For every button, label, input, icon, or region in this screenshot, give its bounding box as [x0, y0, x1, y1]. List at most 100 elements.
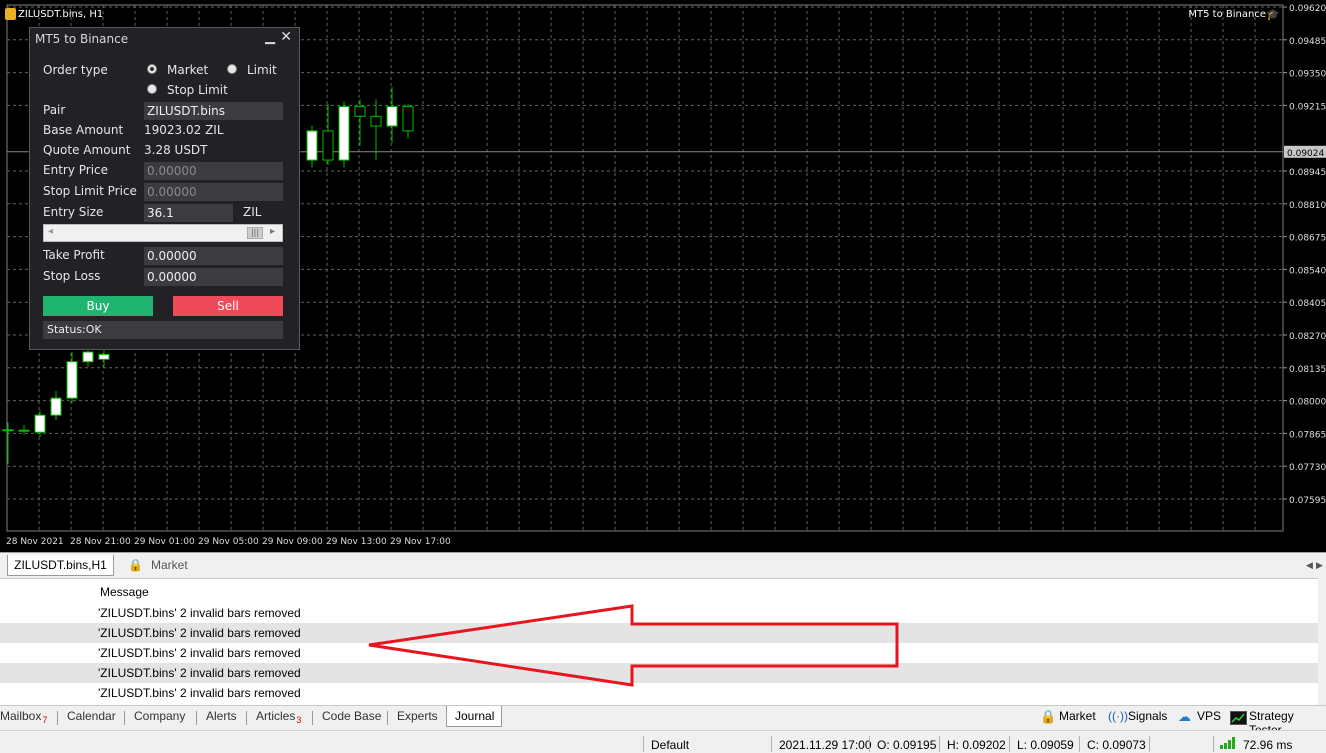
candle-body [66, 361, 78, 399]
stop-limit-price-field[interactable]: 0.00000 [144, 183, 283, 201]
entry-price-field[interactable]: 0.00000 [144, 162, 283, 180]
status-bar: Default 2021.11.29 17:00 O: 0.09195 H: 0… [0, 730, 1326, 753]
price-tick-label: 0.08405 [1289, 299, 1326, 309]
pair-label: Pair [43, 103, 66, 117]
entry-price-label: Entry Price [43, 163, 109, 177]
slider-thumb[interactable]: ||| [247, 227, 263, 239]
annotation-arrow [368, 604, 899, 687]
time-tick-label: 29 Nov 13:00 [326, 537, 387, 547]
slider-right-arrow-icon[interactable]: ▸ [270, 226, 275, 237]
tab-code-base[interactable]: Code Base [322, 709, 381, 723]
entry-size-label: Entry Size [43, 205, 104, 219]
radio-stop-limit-label[interactable]: Stop Limit [167, 83, 228, 97]
chart-title: ZILUSDT.bins, H1 [18, 9, 104, 20]
tab-mailbox[interactable]: Mailbox7 [0, 709, 47, 725]
time-tick-label: 29 Nov 09:00 [262, 537, 323, 547]
take-profit-field[interactable]: 0.00000 [144, 247, 283, 265]
price-tick-label: 0.09620 [1289, 4, 1326, 14]
lock-icon: 🔒 [128, 558, 143, 572]
quote-amount-label: Quote Amount [43, 143, 131, 157]
tab-scroll-left-icon[interactable]: ◀ [1306, 560, 1313, 571]
journal-scrollbar[interactable] [1318, 578, 1326, 704]
toolbox-tabs: Mailbox7 Calendar Company Alerts Article… [0, 705, 1326, 737]
quote-amount-value: 3.28 USDT [144, 143, 208, 157]
candle-body [2, 429, 14, 432]
tab-market-bottom[interactable]: Market [1059, 709, 1096, 723]
sell-button[interactable]: Sell [173, 296, 283, 316]
candle-body [50, 397, 62, 416]
close-icon[interactable]: ✕ [280, 29, 292, 45]
radio-limit[interactable] [227, 64, 237, 74]
minimize-icon[interactable]: ▁ [265, 30, 275, 45]
radio-limit-label[interactable]: Limit [247, 63, 277, 77]
price-tick-label: 0.09485 [1289, 37, 1326, 47]
profile-name[interactable]: Default [651, 738, 689, 752]
entry-size-field[interactable]: 36.1 [144, 204, 233, 222]
tab-experts[interactable]: Experts [397, 709, 438, 723]
entry-size-unit: ZIL [243, 205, 262, 219]
expert-advisor-label[interactable]: MT5 to Binance [1188, 9, 1266, 20]
expert-hat-icon: 🎓 [1266, 9, 1280, 21]
radio-market[interactable] [147, 64, 157, 74]
order-type-label: Order type [43, 63, 108, 77]
column-message[interactable]: Message [100, 585, 149, 599]
tab-signals[interactable]: Signals [1128, 709, 1167, 723]
tab-market[interactable]: Market [151, 555, 188, 576]
price-tick-label: 0.08810 [1289, 201, 1326, 211]
time-tick-label: 29 Nov 01:00 [134, 537, 195, 547]
candle-body [322, 130, 334, 161]
mt5-to-binance-dialog: MT5 to Binance ▁ ✕ Order type Market Lim… [29, 27, 300, 350]
price-tick-label: 0.07865 [1289, 430, 1326, 440]
tab-company[interactable]: Company [134, 709, 185, 723]
ping-value: 72.96 ms [1243, 738, 1293, 752]
tab-articles[interactable]: Articles3 [256, 709, 301, 725]
candle-body [18, 429, 30, 432]
bar-low: L: 0.09059 [1017, 738, 1074, 752]
base-amount-label: Base Amount [43, 123, 124, 137]
bar-time: 2021.11.29 17:00 [779, 738, 872, 752]
symbol-icon [5, 8, 16, 20]
vps-cloud-icon: ☁ [1178, 709, 1191, 724]
chart-tab-strip: ZILUSDT.bins,H1 🔒 Market ◀ ▶ [0, 552, 1326, 578]
price-tick-label: 0.09215 [1289, 102, 1326, 112]
price-tick-label: 0.08135 [1289, 365, 1326, 375]
bar-close: C: 0.09073 [1087, 738, 1146, 752]
connection-signal-icon [1220, 737, 1236, 752]
current-price-label: 0.09024 [1287, 149, 1324, 159]
pair-field[interactable]: ZILUSDT.bins [144, 102, 283, 120]
slider-left-arrow-icon[interactable]: ◂ [48, 226, 53, 237]
radio-stop-limit[interactable] [147, 84, 157, 94]
candle-body [34, 414, 46, 433]
take-profit-label: Take Profit [43, 248, 105, 262]
price-tick-label: 0.07595 [1289, 496, 1326, 506]
price-tick-label: 0.08270 [1289, 332, 1326, 342]
time-tick-label: 29 Nov 17:00 [390, 537, 451, 547]
tab-zilusdt-h1[interactable]: ZILUSDT.bins,H1 [7, 555, 114, 576]
strategy-tester-icon [1230, 711, 1247, 725]
entry-size-slider[interactable]: ◂ ||| ▸ [43, 224, 283, 242]
price-tick-label: 0.07730 [1289, 463, 1326, 473]
price-tick-label: 0.08675 [1289, 234, 1326, 244]
signals-icon: ((·)) [1108, 709, 1128, 723]
candle-body [370, 115, 382, 127]
tab-alerts[interactable]: Alerts [206, 709, 237, 723]
tab-scroll-right-icon[interactable]: ▶ [1316, 560, 1323, 571]
price-tick-label: 0.08945 [1289, 168, 1326, 178]
status-field: Status:OK [43, 321, 283, 339]
candle-body [82, 351, 94, 363]
candle-body [306, 130, 318, 161]
radio-market-label[interactable]: Market [167, 63, 208, 77]
time-tick-label: 28 Nov 21:00 [70, 537, 131, 547]
price-tick-label: 0.08000 [1289, 398, 1326, 408]
tab-calendar[interactable]: Calendar [67, 709, 116, 723]
bar-open: O: 0.09195 [877, 738, 937, 752]
candle-body [386, 106, 398, 127]
stop-loss-field[interactable]: 0.00000 [144, 268, 283, 286]
buy-button[interactable]: Buy [43, 296, 153, 316]
time-tick-label: 28 Nov 2021 [6, 537, 64, 547]
tab-journal-active[interactable]: Journal [446, 706, 502, 727]
tab-vps[interactable]: VPS [1197, 709, 1221, 723]
candle-body [338, 106, 350, 161]
candle-body [354, 106, 366, 117]
market-lock-icon: 🔒 [1040, 709, 1057, 724]
